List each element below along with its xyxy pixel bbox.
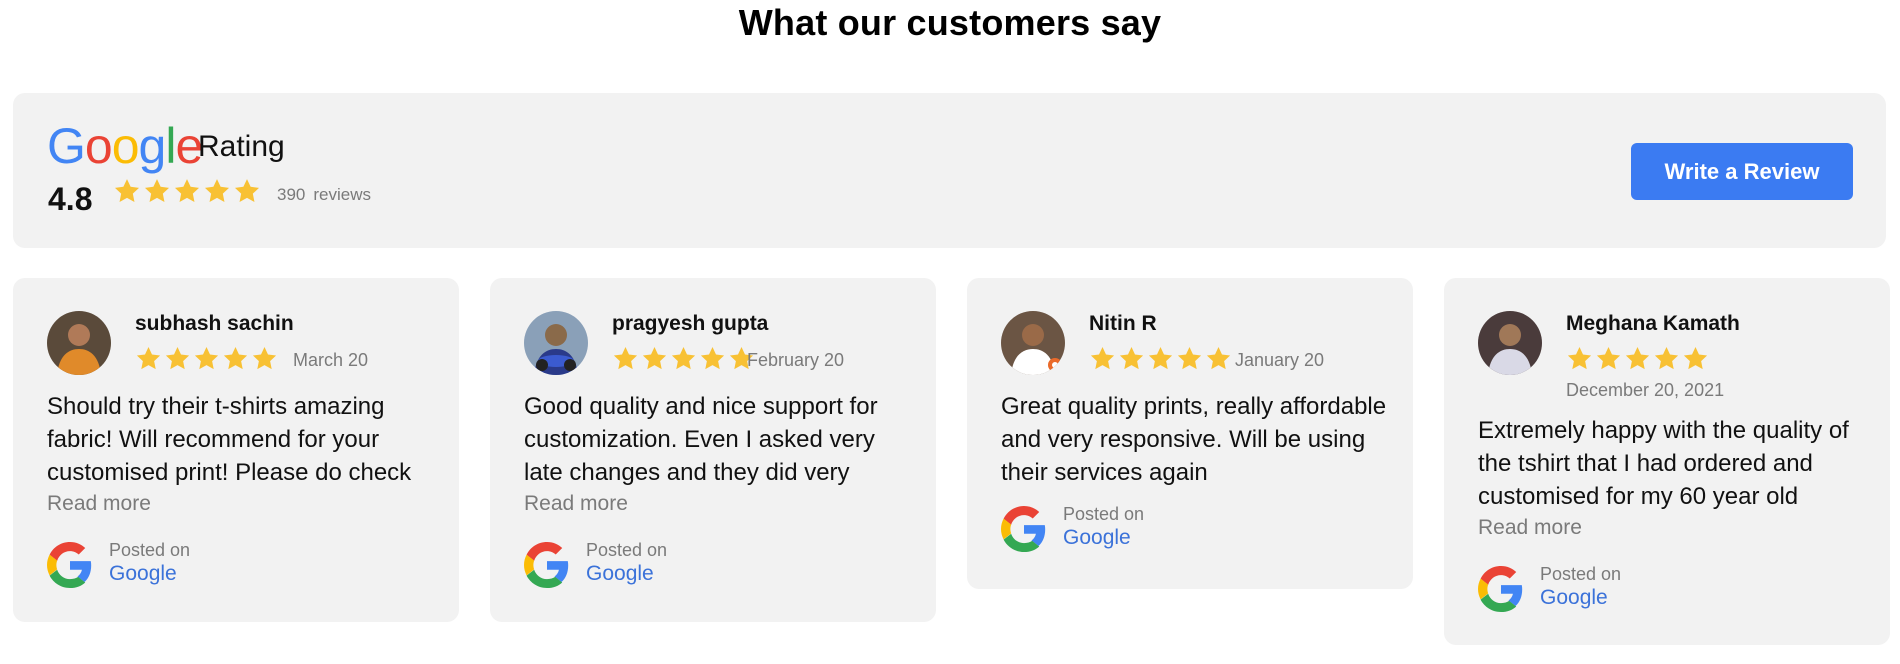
review-count-label: reviews [313,185,371,204]
posted-on-label: Posted on [586,540,668,560]
google-logo-letter: o [111,118,140,174]
star-icon [223,347,248,370]
reviewer-name: Meghana Kamath [1566,312,1740,335]
star-icon [165,347,190,370]
section-heading: What our customers say [738,2,1162,43]
star-icon [174,179,200,202]
review-text: Extremely happy with the quality of the … [1478,417,1849,510]
reviewer-name: Nitin R [1089,312,1157,335]
star-icon [1148,347,1173,370]
read-more-link[interactable]: Read more [1478,516,1582,540]
star-icon [1177,347,1202,370]
reviewer-avatar [1478,311,1542,375]
star-icon [1654,347,1679,370]
google-logo-letter: g [138,118,167,174]
average-rating: 4.8 [48,181,93,217]
review-text: Should try their t-shirts amazing fabric… [47,393,412,486]
google-g-icon-wrapper [1478,566,1524,612]
review-card: subhash sachin March 20 Should try their t… [13,278,459,622]
posted-on-label: Posted on [109,540,191,560]
star-icon [1090,347,1115,370]
review-count-number: 390 [277,185,306,204]
review-date: March 20 [293,350,369,370]
review-source-link[interactable]: Google [109,562,177,586]
star-icon [1567,347,1592,370]
review-star-rating [1089,345,1232,372]
review-text: Good quality and nice support for custom… [524,393,878,486]
google-logo: Google [47,118,203,174]
star-icon [1596,347,1621,370]
reviewer-name: subhash sachin [135,312,294,335]
google-logo-letter: o [84,118,113,174]
review-star-rating [612,345,755,372]
google-logo-letter: l [165,118,176,174]
review-date: December 20, 2021 [1566,380,1725,400]
review-source-link[interactable]: Google [1063,526,1131,550]
review-count: 390 reviews [277,185,371,205]
reviewer-name: pragyesh gupta [612,312,769,335]
summary-star-rating [113,177,261,205]
reviewer-avatar [524,311,588,375]
reviewer-avatar [1001,311,1065,375]
star-icon [671,347,696,370]
star-icon [1683,347,1708,370]
google-g-icon-wrapper [47,542,93,588]
review-text: Great quality prints, really affordable … [1001,393,1387,486]
star-icon [1625,347,1650,370]
google-g-icon [1001,506,1046,552]
star-icon [144,179,170,202]
write-review-button[interactable]: Write a Review [1631,143,1853,200]
star-icon [194,347,219,370]
google-g-icon-wrapper [1001,506,1047,552]
review-date: January 20 [1235,350,1325,370]
rating-label: Rating [198,130,285,163]
star-icon [136,347,161,370]
google-g-icon [1478,566,1523,612]
google-g-icon-wrapper [524,542,570,588]
star-icon [114,179,140,202]
read-more-link[interactable]: Read more [47,492,151,516]
google-g-icon [47,542,92,588]
review-card: Nitin R January 20 Great quality prints, r… [967,278,1413,589]
star-icon [1206,347,1231,370]
review-card: pragyesh gupta February 20 Good quality an… [490,278,936,622]
review-star-rating [1566,345,1709,372]
review-star-rating [135,345,278,372]
review-card: Meghana Kamath December 20, 2021 Extremely… [1444,278,1890,645]
star-icon [252,347,277,370]
read-more-link[interactable]: Read more [524,492,628,516]
review-source-link[interactable]: Google [586,562,654,586]
star-icon [204,179,230,202]
star-icon [234,179,260,202]
star-icon [642,347,667,370]
google-g-icon [524,542,569,588]
rating-summary-panel: Google Rating 4.8 390 reviews Write a Rev… [13,93,1886,248]
reviewer-avatar [47,311,111,375]
review-date: February 20 [747,350,845,370]
star-icon [700,347,725,370]
posted-on-label: Posted on [1540,564,1622,584]
google-logo-letter: G [47,118,86,174]
review-source-link[interactable]: Google [1540,586,1608,610]
star-icon [1119,347,1144,370]
star-icon [613,347,638,370]
posted-on-label: Posted on [1063,504,1145,524]
